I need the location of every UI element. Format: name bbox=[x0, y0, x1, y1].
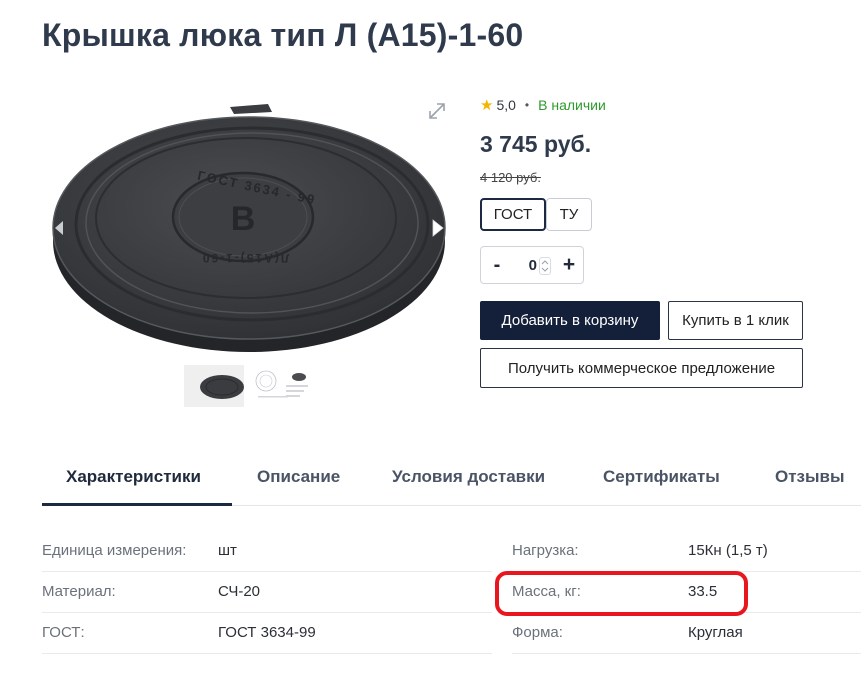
spec-divider bbox=[42, 653, 492, 654]
emboss-center-text: В bbox=[231, 200, 256, 238]
current-price: 3 745 руб. bbox=[480, 131, 592, 157]
product-title: Крышка люка тип Л (А15)-1-60 bbox=[42, 17, 524, 53]
spec-label-material: Материал: bbox=[42, 583, 116, 600]
add-to-cart-button[interactable]: Добавить в корзину bbox=[480, 301, 660, 340]
emboss-bottom-text: Л(А15)-1-60 bbox=[201, 251, 289, 265]
spec-divider bbox=[512, 612, 861, 613]
spec-label-weight: Масса, кг: bbox=[512, 583, 581, 600]
old-price: 4 120 руб. bbox=[480, 170, 541, 185]
variant-gost-button[interactable]: ГОСТ bbox=[480, 198, 546, 231]
separator-dot: • bbox=[524, 98, 530, 112]
tab-characteristics[interactable]: Характеристики bbox=[66, 467, 201, 487]
star-icon: ★ bbox=[480, 97, 494, 114]
thumbnail-drawing[interactable] bbox=[252, 365, 312, 407]
variant-tu-button[interactable]: ТУ bbox=[546, 198, 592, 231]
spec-value-shape: Круглая bbox=[688, 624, 743, 641]
expand-icon[interactable] bbox=[426, 100, 448, 122]
active-tab-indicator bbox=[42, 503, 232, 506]
buy-one-click-button[interactable]: Купить в 1 клик bbox=[668, 301, 803, 340]
tab-reviews[interactable]: Отзывы bbox=[775, 467, 845, 487]
quantity-minus-button[interactable]: - bbox=[489, 253, 505, 277]
spec-label-load: Нагрузка: bbox=[512, 542, 579, 559]
spec-label-unit: Единица измерения: bbox=[42, 542, 187, 559]
rating-stock-row: ★ 5,0 • В наличии bbox=[480, 96, 606, 114]
spec-label-gost: ГОСТ: bbox=[42, 624, 85, 641]
thumbnail-cover-photo[interactable] bbox=[184, 365, 244, 407]
cover-emboss-text: ГОСТ 3634 - 99 В Л(А15)-1-60 bbox=[196, 168, 317, 265]
spec-value-material: СЧ-20 bbox=[218, 583, 261, 600]
chevron-right-icon[interactable] bbox=[431, 218, 445, 238]
get-offer-button[interactable]: Получить коммерческое предложение bbox=[480, 348, 803, 388]
spec-value-gost: ГОСТ 3634-99 bbox=[218, 624, 316, 641]
tab-delivery[interactable]: Условия доставки bbox=[392, 467, 545, 487]
spec-value-load: 15Кн (1,5 т) bbox=[688, 542, 768, 559]
spec-divider bbox=[512, 571, 861, 572]
quantity-spin-icon[interactable] bbox=[539, 257, 551, 275]
stock-status: В наличии bbox=[538, 97, 606, 113]
spec-divider bbox=[42, 571, 492, 572]
emboss-top-text: ГОСТ 3634 - 99 bbox=[196, 168, 317, 208]
chevron-left-icon[interactable] bbox=[53, 219, 65, 237]
spec-divider bbox=[42, 612, 492, 613]
tab-certificates[interactable]: Сертификаты bbox=[603, 467, 720, 487]
quantity-plus-button[interactable]: + bbox=[559, 252, 579, 278]
spec-label-shape: Форма: bbox=[512, 624, 563, 641]
rating-value: 5,0 bbox=[496, 97, 516, 113]
tab-description[interactable]: Описание bbox=[257, 467, 340, 487]
spec-divider bbox=[512, 653, 861, 654]
quantity-input[interactable]: 0 bbox=[511, 255, 537, 277]
spec-value-unit: шт bbox=[218, 542, 237, 559]
quantity-stepper: - 0 + bbox=[480, 246, 584, 284]
spec-value-weight: 33.5 bbox=[688, 583, 718, 600]
